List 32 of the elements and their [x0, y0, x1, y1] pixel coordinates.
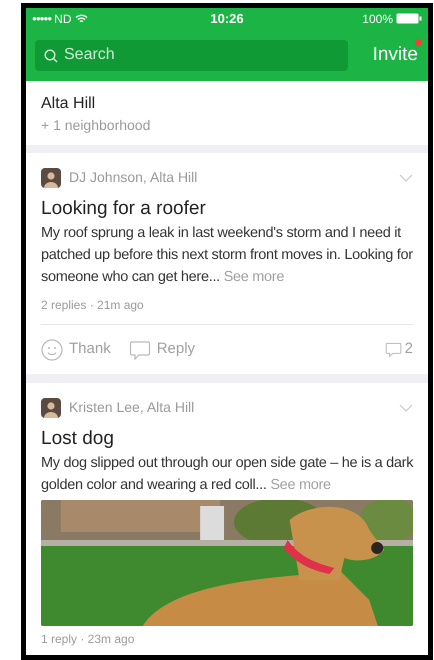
author-name[interactable]: Kristen Lee, Alta Hill: [69, 397, 194, 418]
search-icon: [44, 48, 58, 62]
post-title: Lost dog: [41, 427, 115, 451]
neighborhood-header[interactable]: Alta Hill + 1 neighborhood: [26, 81, 428, 145]
smiley-icon: [41, 338, 63, 360]
neighborhood-name: Alta Hill: [41, 94, 96, 114]
search-field[interactable]: Search: [35, 40, 348, 70]
avatar-icon: [41, 168, 61, 188]
post-body: My dog slipped out through our open side gate – he is a dark golden color and wearing a red coll... See more: [41, 454, 414, 495]
avatar-icon: [41, 398, 61, 418]
comments-button[interactable]: 2: [384, 338, 413, 361]
wifi-icon: [74, 14, 88, 24]
thank-button[interactable]: Thank: [41, 338, 111, 361]
signal-icon: ●●●●●: [32, 12, 52, 24]
invite-button[interactable]: Invite: [372, 40, 422, 70]
post-body: My roof sprung a leak in last weekend's storm and I need it patched up before this next storm front moves in. Looking for someone who can get here... See more: [41, 224, 414, 287]
battery-icon: [396, 13, 422, 24]
see-more-link[interactable]: See more: [270, 477, 331, 493]
chevron-down-icon[interactable]: [399, 404, 413, 412]
post-meta: 2 replies · 21m ago: [41, 297, 145, 314]
see-more-link[interactable]: See more: [224, 269, 284, 285]
post-title: Looking for a roofer: [41, 197, 207, 221]
author-name[interactable]: DJ Johnson, Alta Hill: [69, 167, 198, 188]
neighborhood-count: + 1 neighborhood: [41, 116, 152, 135]
speech-bubble-icon: [384, 341, 402, 358]
battery-percent: 100%: [362, 10, 393, 28]
clock-time: 10:26: [209, 10, 245, 28]
speech-bubble-icon: [128, 338, 151, 360]
reply-button[interactable]: Reply: [128, 338, 196, 361]
carrier-name: ND: [54, 10, 72, 28]
post-meta: 1 reply · 23m ago: [41, 631, 136, 648]
chevron-down-icon[interactable]: [399, 174, 413, 182]
